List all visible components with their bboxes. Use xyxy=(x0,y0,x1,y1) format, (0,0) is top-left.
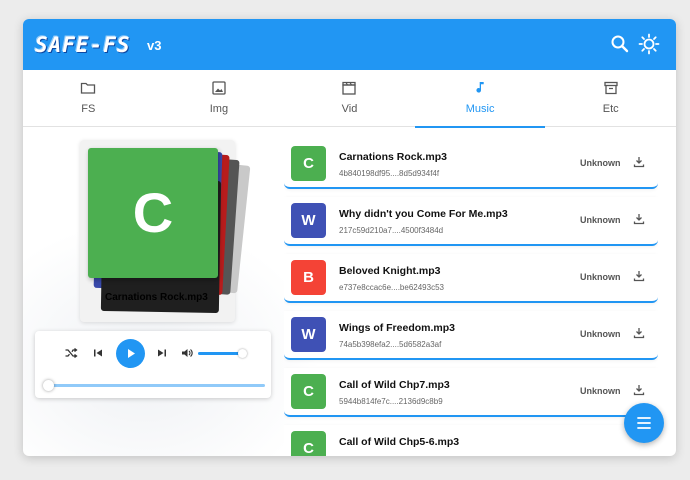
list-item[interactable]: C Carnations Rock.mp3 4b840198df95....8d… xyxy=(284,140,658,189)
app-window: SAFE-FS v3 FS Img Vid Music Etc C Carnat… xyxy=(23,19,676,456)
archive-icon xyxy=(603,80,619,96)
tab-etc[interactable]: Etc xyxy=(545,70,676,127)
album-art-letter: C xyxy=(132,181,174,244)
search-icon[interactable] xyxy=(609,33,631,55)
seek-bar-handle[interactable] xyxy=(43,380,54,391)
brightness-icon[interactable] xyxy=(638,33,660,55)
download-icon[interactable] xyxy=(632,383,646,397)
file-status: Unknown xyxy=(580,158,621,168)
app-logo: SAFE-FS xyxy=(35,33,131,57)
file-status: Unknown xyxy=(580,215,621,225)
volume-slider-track[interactable] xyxy=(198,352,242,355)
list-item[interactable]: C Call of Wild Chp5-6.mp3 xyxy=(284,425,658,456)
list-item[interactable]: B Beloved Knight.mp3 e737e8ccac6e....be6… xyxy=(284,254,658,303)
tab-label: Img xyxy=(209,103,229,115)
clapperboard-icon xyxy=(341,80,357,96)
music-note-icon xyxy=(472,80,488,96)
file-name: Beloved Knight.mp3 xyxy=(339,265,441,277)
file-avatar: W xyxy=(291,317,326,352)
volume-icon[interactable] xyxy=(180,346,194,360)
tab-label: FS xyxy=(81,103,96,115)
download-icon[interactable] xyxy=(632,269,646,283)
album-art[interactable]: C xyxy=(88,148,218,278)
file-name: Wings of Freedom.mp3 xyxy=(339,322,455,334)
play-button[interactable] xyxy=(116,339,145,368)
tab-fs[interactable]: FS xyxy=(23,70,154,127)
file-hash: 217c59d210a7....4500f3484d xyxy=(339,226,444,235)
list-item[interactable]: C Call of Wild Chp7.mp3 5944b814fe7c....… xyxy=(284,368,658,417)
album-art-panel: C Carnations Rock.mp3 xyxy=(80,140,251,322)
list-item[interactable]: W Wings of Freedom.mp3 74a5b398efa2....5… xyxy=(284,311,658,360)
tab-bar: FS Img Vid Music Etc xyxy=(23,70,676,128)
file-name: Call of Wild Chp5-6.mp3 xyxy=(339,436,460,448)
tab-music[interactable]: Music xyxy=(414,70,546,128)
file-status: Unknown xyxy=(580,386,621,396)
seek-bar-track[interactable] xyxy=(48,384,265,387)
menu-icon xyxy=(637,417,651,429)
folder-icon xyxy=(80,80,96,96)
now-playing-title: Carnations Rock.mp3 xyxy=(105,292,208,303)
file-hash: 4b840198df95....8d5d934f4f xyxy=(339,169,440,178)
file-status: Unknown xyxy=(580,329,621,339)
tab-vid[interactable]: Vid xyxy=(284,70,415,127)
volume-slider-handle[interactable] xyxy=(238,349,247,358)
download-icon[interactable] xyxy=(632,326,646,340)
play-icon xyxy=(128,349,135,358)
download-icon[interactable] xyxy=(632,155,646,169)
file-name: Call of Wild Chp7.mp3 xyxy=(339,379,450,391)
file-hash: 74a5b398efa2....5d6582a3af xyxy=(339,340,442,349)
file-hash: e737e8ccac6e....be62493c53 xyxy=(339,283,444,292)
music-player xyxy=(35,331,271,398)
skip-previous-icon[interactable] xyxy=(91,346,105,360)
file-status: Unknown xyxy=(580,272,621,282)
file-avatar: C xyxy=(291,146,326,181)
file-avatar: C xyxy=(291,374,326,409)
app-version: v3 xyxy=(147,38,162,53)
image-icon xyxy=(211,80,227,96)
file-avatar: B xyxy=(291,260,326,295)
download-icon[interactable] xyxy=(632,212,646,226)
list-item[interactable]: W Why didn't you Come For Me.mp3 217c59d… xyxy=(284,197,658,246)
app-bar: SAFE-FS v3 xyxy=(23,19,676,70)
tab-img[interactable]: Img xyxy=(154,70,285,127)
file-avatar: W xyxy=(291,203,326,238)
menu-fab-button[interactable] xyxy=(624,403,664,443)
skip-next-icon[interactable] xyxy=(155,346,169,360)
tab-label: Music xyxy=(465,103,495,115)
file-avatar: C xyxy=(291,431,326,456)
tab-label: Vid xyxy=(341,103,358,115)
file-hash: 5944b814fe7c....2136d9c8b9 xyxy=(339,397,443,406)
music-file-list: C Carnations Rock.mp3 4b840198df95....8d… xyxy=(284,140,658,456)
file-name: Why didn't you Come For Me.mp3 xyxy=(339,208,508,220)
shuffle-icon[interactable] xyxy=(64,346,78,360)
file-name: Carnations Rock.mp3 xyxy=(339,151,447,163)
tab-label: Etc xyxy=(602,103,619,115)
